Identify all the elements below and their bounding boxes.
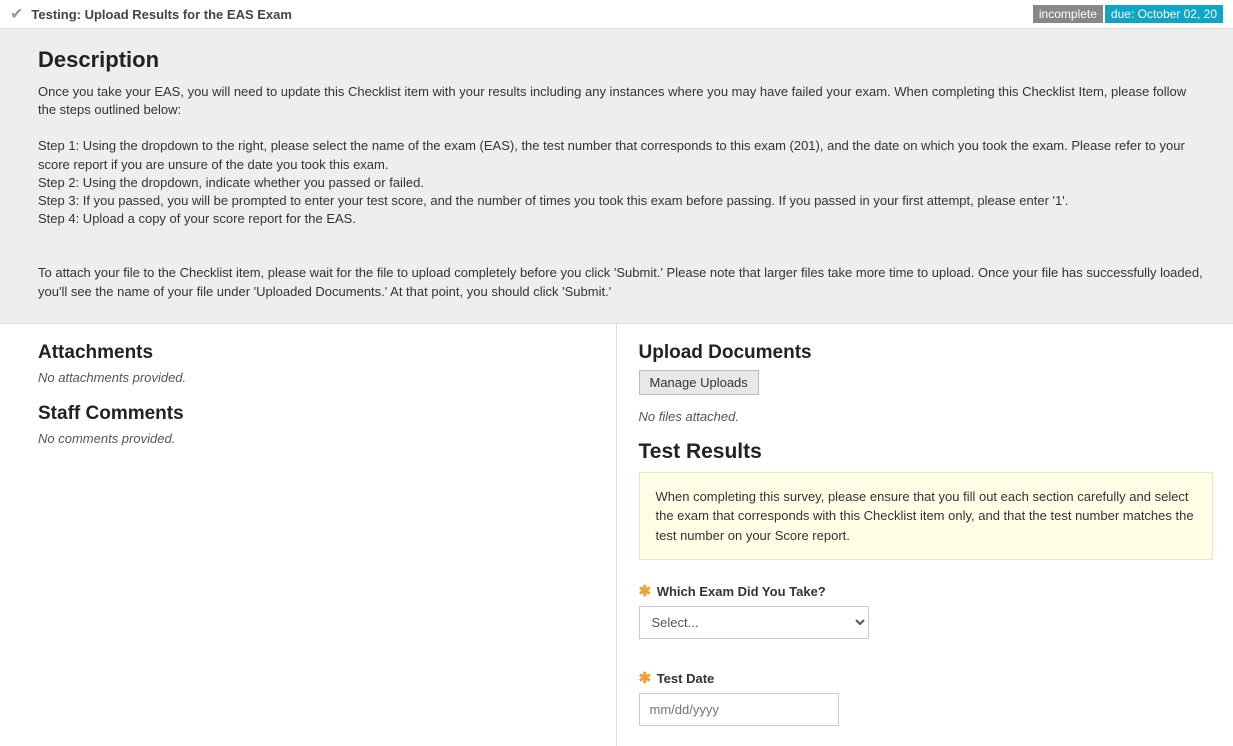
- left-column: Attachments No attachments provided. Sta…: [0, 324, 617, 746]
- header-bar: ✔ Testing: Upload Results for the EAS Ex…: [0, 0, 1233, 28]
- status-badge-incomplete: incomplete: [1033, 5, 1103, 23]
- no-files-text: No files attached.: [639, 409, 1214, 424]
- description-step-2: Step 2: Using the dropdown, indicate whe…: [38, 174, 1203, 192]
- attachments-heading: Attachments: [38, 342, 596, 364]
- description-intro: Once you take your EAS, you will need to…: [38, 83, 1203, 119]
- exam-question-text: Which Exam Did You Take?: [657, 584, 826, 599]
- test-results-info: When completing this survey, please ensu…: [639, 472, 1214, 561]
- description-step-4: Step 4: Upload a copy of your score repo…: [38, 210, 1203, 228]
- description-attach-note: To attach your file to the Checklist ite…: [38, 264, 1203, 300]
- description-step-3: Step 3: If you passed, you will be promp…: [38, 192, 1203, 210]
- upload-heading: Upload Documents: [639, 342, 1214, 364]
- description-step-1: Step 1: Using the dropdown to the right,…: [38, 137, 1203, 173]
- test-date-label: ✱ Test Date: [639, 669, 1214, 687]
- test-date-text: Test Date: [657, 671, 715, 686]
- exam-select[interactable]: Select...: [639, 606, 869, 639]
- attachments-empty: No attachments provided.: [38, 370, 596, 385]
- comments-empty: No comments provided.: [38, 431, 596, 446]
- required-star-icon: ✱: [639, 670, 652, 687]
- exam-question-label: ✱ Which Exam Did You Take?: [639, 582, 1214, 600]
- test-date-input[interactable]: [639, 693, 839, 726]
- main-columns: Attachments No attachments provided. Sta…: [0, 323, 1233, 746]
- comments-heading: Staff Comments: [38, 403, 596, 425]
- test-results-heading: Test Results: [639, 440, 1214, 464]
- manage-uploads-button[interactable]: Manage Uploads: [639, 370, 759, 395]
- description-heading: Description: [38, 47, 1203, 73]
- description-section: Description Once you take your EAS, you …: [0, 28, 1233, 323]
- right-column: Upload Documents Manage Uploads No files…: [617, 324, 1233, 746]
- required-star-icon: ✱: [639, 583, 652, 600]
- status-badge-due: due: October 02, 20: [1105, 5, 1223, 23]
- page-title: Testing: Upload Results for the EAS Exam: [31, 7, 1030, 22]
- description-steps: Step 1: Using the dropdown to the right,…: [38, 137, 1203, 228]
- check-icon: ✔: [10, 4, 23, 24]
